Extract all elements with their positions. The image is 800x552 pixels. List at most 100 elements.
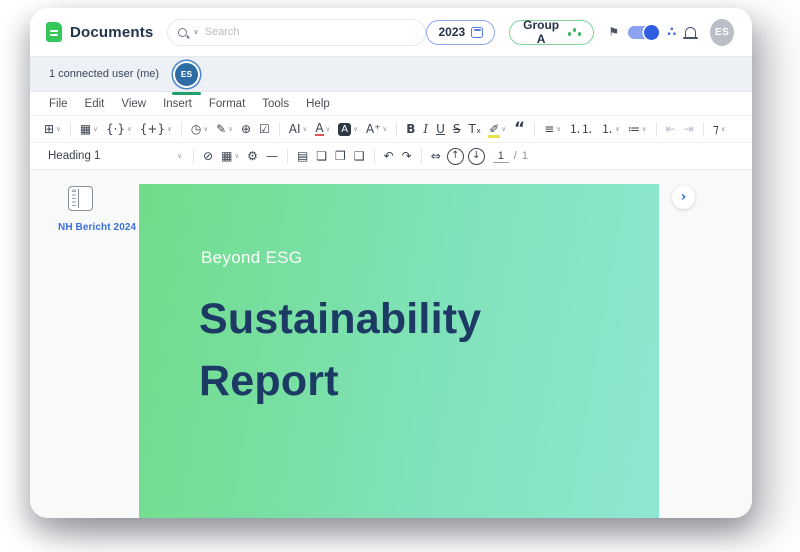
menu-item-insert[interactable]: Insert: [163, 98, 192, 110]
strikethrough-button[interactable]: S: [449, 120, 465, 138]
document-logo-icon: [46, 22, 62, 42]
expand-panel-button[interactable]: ›: [672, 186, 695, 209]
previous-page-button[interactable]: ↑: [447, 148, 464, 165]
edit-template-icon: ✎: [216, 122, 226, 136]
export-page-button[interactable]: ❏: [312, 147, 331, 165]
horizontal-rule-button[interactable]: —: [262, 147, 282, 165]
insert-layout-button[interactable]: ⊞∨: [40, 120, 65, 138]
search-scope-chevron-icon[interactable]: ∨: [193, 28, 198, 36]
insert-table-icon: ▦: [80, 122, 91, 136]
chevron-right-icon: ›: [681, 189, 687, 205]
blockquote-button[interactable]: “: [510, 123, 529, 135]
group-filter-label: Group A: [521, 18, 561, 46]
version-history-button[interactable]: ◷∨: [187, 120, 212, 138]
toolbar-separator: [703, 122, 704, 137]
page-thumbnail-icon[interactable]: [68, 186, 93, 211]
add-comment-button[interactable]: ⊕: [237, 120, 255, 138]
page-number-input[interactable]: 1: [493, 150, 509, 163]
notifications-bell-icon[interactable]: [685, 27, 696, 37]
connected-user-avatar[interactable]: ES: [175, 63, 198, 86]
underline-button[interactable]: U: [432, 120, 449, 138]
clear-formatting-icon: Tₓ: [469, 122, 482, 136]
insert-image-icon: ▤: [297, 149, 308, 163]
multilevel-list-icon: ⒈⒈: [569, 122, 593, 136]
sitemap-icon[interactable]: ∴: [667, 25, 676, 40]
ai-tools-button[interactable]: AI∨: [285, 120, 312, 138]
year-filter-label: 2023: [438, 25, 465, 39]
document-page[interactable]: Beyond ESG Sustainability Report: [139, 184, 659, 518]
group-filter-button[interactable]: Group A: [509, 20, 594, 45]
menu-item-file[interactable]: File: [49, 98, 68, 110]
chevron-down-icon: ∨: [234, 152, 239, 160]
undo-button[interactable]: ↶: [380, 147, 398, 165]
menu-item-format[interactable]: Format: [209, 98, 245, 110]
bold-button[interactable]: B: [402, 120, 419, 138]
align-text-button[interactable]: ≡∨: [540, 120, 565, 138]
resolve-comments-button[interactable]: ☑: [255, 120, 274, 138]
copy-formatting-icon: ⁊: [713, 122, 719, 136]
clear-formatting-button[interactable]: Tₓ: [465, 120, 486, 138]
search-bar[interactable]: ∨: [167, 19, 426, 46]
page-settings-button[interactable]: ⚙: [243, 147, 262, 165]
toolbar-separator: [534, 122, 535, 137]
fill-color-icon: A: [338, 123, 351, 136]
insert-field-button[interactable]: {·}∨: [102, 120, 136, 138]
duplicate-page-button[interactable]: ❑: [350, 147, 369, 165]
decrease-indent-button[interactable]: ⇤: [662, 120, 680, 138]
highlight-button[interactable]: ✐∨: [485, 120, 510, 138]
increase-indent-button[interactable]: ⇥: [680, 120, 698, 138]
page-indicator: 1 / 1: [493, 150, 528, 163]
strikethrough-icon: S: [453, 122, 461, 136]
search-input[interactable]: [205, 26, 416, 38]
chevron-down-icon: ∨: [556, 125, 561, 133]
blockquote-icon: “: [514, 125, 525, 133]
menu-item-view[interactable]: View: [121, 98, 146, 110]
document-name-link[interactable]: NH Bericht 2024: [58, 222, 139, 233]
chevron-down-icon: ∨: [56, 125, 61, 133]
chevron-down-icon: ∨: [326, 125, 331, 133]
menu-item-help[interactable]: Help: [306, 98, 330, 110]
next-page-button[interactable]: ↓: [468, 148, 485, 165]
app-logo[interactable]: Documents: [46, 22, 153, 42]
insert-layout-icon: ⊞: [44, 122, 54, 136]
import-page-button[interactable]: ❐: [331, 147, 350, 165]
app-window: Documents ∨ 2023 Group A ⚑ ∴ ES: [30, 8, 752, 518]
italic-icon: I: [423, 122, 428, 136]
paragraph-style-select[interactable]: Heading 1 ∨: [40, 150, 188, 162]
mode-toggle[interactable]: [628, 26, 658, 39]
font-color-button[interactable]: A∨: [311, 120, 334, 138]
font-size-button[interactable]: A⁺∨: [362, 120, 391, 138]
presence-bar: 1 connected user (me) ES: [30, 56, 752, 92]
import-page-icon: ❐: [335, 149, 346, 163]
workspace: NH Bericht 2024 Beyond ESG Sustainabilit…: [30, 170, 752, 518]
chevron-down-icon: ∨: [642, 125, 647, 133]
menu-item-edit[interactable]: Edit: [85, 98, 105, 110]
numbered-list-button[interactable]: ⒈∨: [597, 120, 624, 138]
chevron-down-icon: ∨: [177, 152, 182, 160]
copy-formatting-button[interactable]: ⁊∨: [709, 120, 730, 138]
flag-icon[interactable]: ⚑: [608, 25, 619, 39]
table-properties-button[interactable]: ▦∨: [217, 147, 243, 165]
toolbar-separator: [70, 122, 71, 137]
menu-item-tools[interactable]: Tools: [262, 98, 289, 110]
edit-template-button[interactable]: ✎∨: [212, 120, 237, 138]
italic-button[interactable]: I: [419, 120, 432, 138]
add-field-button[interactable]: {+}∨: [136, 120, 176, 138]
toolbar-separator: [181, 122, 182, 137]
numbered-list-icon: ⒈: [601, 122, 613, 136]
bullet-list-icon: ≔: [628, 122, 640, 136]
user-avatar[interactable]: ES: [710, 19, 734, 46]
multilevel-list-button[interactable]: ⒈⒈: [565, 120, 597, 138]
fill-color-button[interactable]: A∨: [334, 121, 362, 138]
insert-image-button[interactable]: ▤: [293, 147, 312, 165]
toolbar-separator: [421, 149, 422, 164]
bullet-list-button[interactable]: ≔∨: [624, 120, 651, 138]
page-margins-button[interactable]: ⇔: [427, 147, 445, 165]
horizontal-rule-icon: —: [266, 149, 278, 163]
chevron-down-icon: ∨: [93, 125, 98, 133]
redo-button[interactable]: ↷: [398, 147, 416, 165]
year-filter-button[interactable]: 2023: [426, 20, 495, 45]
insert-table-button[interactable]: ▦∨: [76, 120, 102, 138]
insert-link-button[interactable]: ⊘: [199, 147, 217, 165]
chevron-down-icon: ∨: [615, 125, 620, 133]
